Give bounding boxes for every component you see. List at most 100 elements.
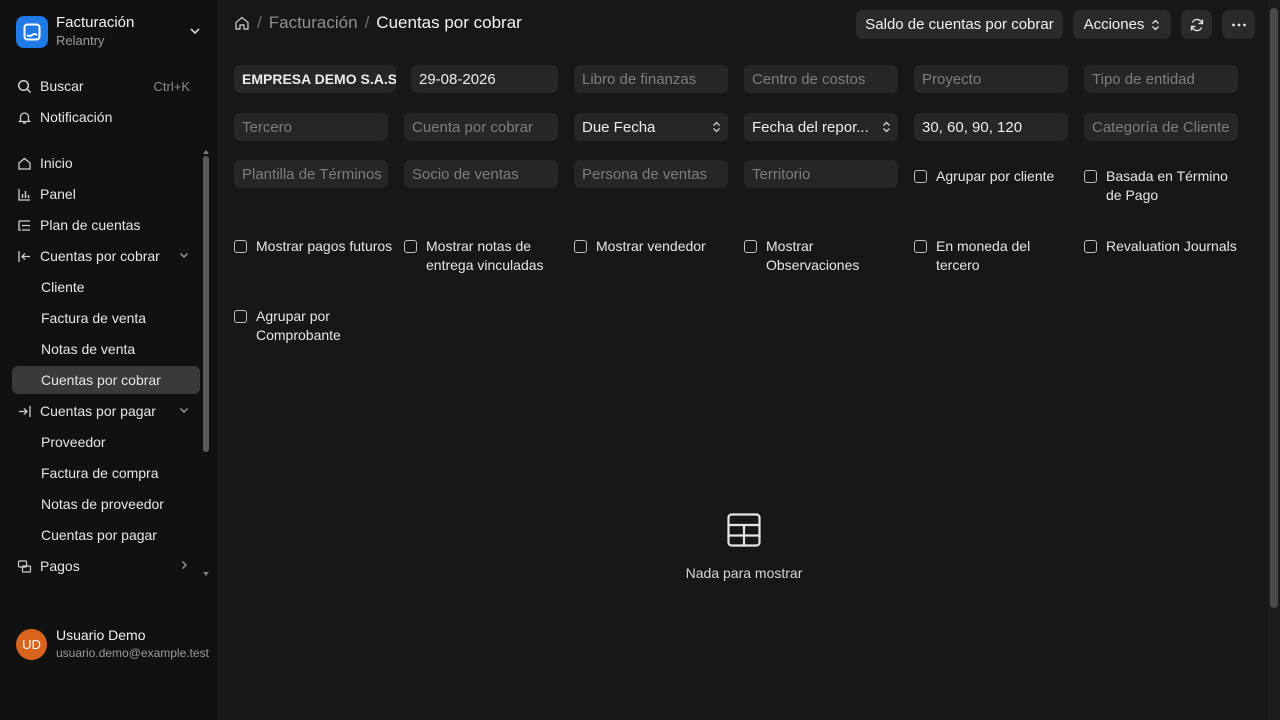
sidebar-item-inicio[interactable]: Inicio [12, 149, 200, 177]
sidebar-item-cuentas-por-pagar[interactable]: Cuentas por pagar [12, 521, 200, 549]
more-options-button[interactable] [1222, 10, 1255, 39]
chevron-right-icon [178, 559, 190, 574]
checkbox-label: Mostrar pagos futuros [256, 238, 393, 254]
group-by-voucher-checkbox[interactable]: Agrupar por Comprobante [234, 307, 374, 345]
sidebar-item-label: Cliente [41, 279, 85, 295]
chevron-up-down-icon [1151, 19, 1160, 31]
show-remarks-checkbox[interactable]: Mostrar Observaciones [744, 237, 884, 275]
sidebar-item-cuentas-por-pagar-group[interactable]: Cuentas por pagar [12, 397, 200, 425]
empty-state: Nada para mostrar [600, 512, 888, 581]
checkbox-box[interactable] [1084, 240, 1097, 253]
sidebar-item-label: Cuentas por pagar [41, 527, 157, 543]
chevron-up-down-icon [712, 120, 721, 137]
party-currency-checkbox[interactable]: En moneda del tercero [914, 237, 1054, 275]
checkbox-box[interactable] [1084, 170, 1097, 183]
bar-chart-icon [16, 186, 32, 202]
receivable-account-placeholder: Cuenta por cobrar [412, 118, 533, 136]
show-delivery-notes-checkbox[interactable]: Mostrar notas de entrega vinculadas [404, 237, 564, 275]
checkbox-label: Revaluation Journals [1106, 238, 1237, 254]
report-name-button[interactable]: Saldo de cuentas por cobrar [856, 10, 1063, 39]
avatar: UD [16, 628, 47, 660]
sidebar-item-cuentas-por-cobrar[interactable]: Cuentas por cobrar [12, 366, 200, 394]
date-field[interactable]: 29-08-2026 [411, 65, 558, 93]
notification-button[interactable]: Notificación [12, 103, 200, 131]
project-field[interactable]: Proyecto [914, 65, 1068, 93]
sales-person-placeholder: Persona de ventas [582, 165, 708, 183]
show-sales-person-checkbox[interactable]: Mostrar vendedor [574, 237, 734, 256]
chevron-up-down-icon [882, 120, 891, 137]
refresh-icon [1189, 17, 1205, 33]
receivable-account-field[interactable]: Cuenta por cobrar [404, 113, 558, 141]
breadcrumb-parent[interactable]: Facturación [269, 13, 358, 33]
search-shortcut: Ctrl+K [153, 79, 190, 94]
report-date-select[interactable]: Fecha del repor... [744, 113, 898, 141]
customer-group-field[interactable]: Categoría de Cliente [1084, 113, 1238, 141]
sidebar-item-pagos[interactable]: Pagos [12, 552, 200, 580]
payment-terms-template-field[interactable]: Plantilla de Términos [234, 160, 388, 188]
ellipsis-icon [1231, 23, 1247, 27]
finance-book-field[interactable]: Libro de finanzas [574, 65, 728, 93]
search-button[interactable]: Buscar Ctrl+K [12, 72, 200, 100]
bell-icon [16, 109, 32, 125]
sidebar-item-plan-de-cuentas[interactable]: Plan de cuentas [12, 211, 200, 239]
ageing-range-value: 30, 60, 90, 120 [922, 118, 1023, 136]
cost-center-field[interactable]: Centro de costos [744, 65, 898, 93]
app-subtitle: Relantry [56, 33, 105, 48]
home-icon[interactable] [234, 15, 250, 31]
page-title: Cuentas por cobrar [376, 13, 522, 32]
sidebar-item-notas-de-proveedor[interactable]: Notas de proveedor [12, 490, 200, 518]
checkbox-label: Mostrar vendedor [596, 238, 706, 254]
party-placeholder: Tercero [242, 118, 293, 136]
search-icon [16, 78, 32, 94]
app-title: Facturación [56, 14, 135, 31]
sidebar-item-label: Notas de proveedor [41, 496, 164, 512]
actions-label: Acciones [1083, 16, 1145, 33]
page-scroll-thumb[interactable] [1270, 8, 1278, 608]
app-switcher[interactable]: Facturación Relantry [16, 14, 212, 50]
sidebar-item-cliente[interactable]: Cliente [12, 273, 200, 301]
checkbox-box[interactable] [574, 240, 587, 253]
page-header: / Facturación / Cuentas por cobrar Saldo… [220, 0, 1268, 48]
show-future-payments-checkbox[interactable]: Mostrar pagos futuros [234, 237, 394, 256]
sidebar-item-cuentas-por-cobrar-group[interactable]: Cuentas por cobrar [12, 242, 200, 270]
notification-label: Notificación [40, 109, 113, 125]
group-by-customer-checkbox[interactable]: Agrupar por cliente [914, 167, 1074, 186]
territory-field[interactable]: Territorio [744, 160, 898, 188]
party-field[interactable]: Tercero [234, 113, 388, 141]
ageing-based-on-value: Due Fecha [582, 118, 656, 136]
checkbox-box[interactable] [404, 240, 417, 253]
user-menu[interactable]: UD Usuario Demo usuario.demo@example.tes… [16, 624, 212, 664]
revaluation-journals-checkbox[interactable]: Revaluation Journals [1084, 237, 1254, 256]
sales-partner-field[interactable]: Socio de ventas [404, 160, 558, 188]
checkbox-label: Mostrar Observaciones [766, 238, 860, 273]
payment-terms-template-placeholder: Plantilla de Términos [242, 165, 382, 183]
sidebar-item-factura-de-compra[interactable]: Factura de compra [12, 459, 200, 487]
breadcrumb-separator: / [364, 13, 370, 32]
sidebar-item-notas-de-venta[interactable]: Notas de venta [12, 335, 200, 363]
checkbox-label: Agrupar por cliente [936, 168, 1055, 184]
checkbox-box[interactable] [234, 240, 247, 253]
sales-person-field[interactable]: Persona de ventas [574, 160, 728, 188]
arrow-right-to-line-icon [16, 403, 32, 419]
based-on-payment-terms-checkbox[interactable]: Basada en Término de Pago [1084, 167, 1244, 205]
ageing-based-on-select[interactable]: Due Fecha [574, 113, 728, 141]
sidebar-item-label: Proveedor [41, 434, 106, 450]
checkbox-box[interactable] [914, 240, 927, 253]
app-window: Facturación Relantry Buscar Ctrl+K Notif… [0, 0, 1280, 720]
chevron-down-icon [178, 249, 190, 264]
payments-icon [16, 558, 32, 574]
sidebar-scroll-thumb[interactable] [203, 156, 209, 452]
checkbox-box[interactable] [744, 240, 757, 253]
entity-type-field[interactable]: Tipo de entidad [1084, 65, 1238, 93]
sidebar-item-label: Notas de venta [41, 341, 136, 357]
checkbox-box[interactable] [234, 310, 247, 323]
sidebar-item-panel[interactable]: Panel [12, 180, 200, 208]
company-field[interactable]: EMPRESA DEMO S.A.S. [234, 65, 396, 93]
checkbox-box[interactable] [914, 170, 927, 183]
company-value: EMPRESA DEMO S.A.S. [242, 71, 396, 87]
ageing-range-field[interactable]: 30, 60, 90, 120 [914, 113, 1068, 141]
actions-button[interactable]: Acciones [1073, 10, 1171, 39]
sidebar-item-proveedor[interactable]: Proveedor [12, 428, 200, 456]
refresh-button[interactable] [1181, 10, 1212, 39]
sidebar-item-factura-de-venta[interactable]: Factura de venta [12, 304, 200, 332]
